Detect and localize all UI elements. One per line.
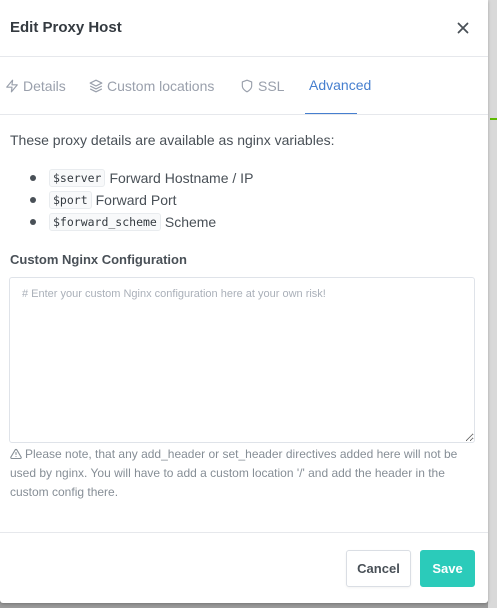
- zap-icon: [6, 79, 18, 92]
- modal-title: Edit Proxy Host: [10, 19, 122, 36]
- variable-code: $server: [49, 169, 106, 187]
- modal-footer: Cancel Save: [0, 532, 488, 603]
- variable-description: Forward Port: [95, 192, 177, 208]
- note-text: Please note, that any add_header or set_…: [10, 447, 458, 499]
- cancel-button[interactable]: Cancel: [346, 550, 411, 587]
- list-item: $server Forward Hostname / IP: [30, 167, 253, 189]
- modal-tabs: Details Custom locations SSL Advanced: [0, 57, 488, 115]
- add-header-note: Please note, that any add_header or set_…: [10, 445, 472, 502]
- custom-nginx-config-input[interactable]: [9, 277, 475, 443]
- variable-code: $forward_scheme: [49, 213, 161, 231]
- variable-description: Scheme: [164, 214, 217, 230]
- custom-config-label: Custom Nginx Configuration: [10, 252, 187, 267]
- shield-icon: [241, 79, 253, 92]
- list-item: $forward_scheme Scheme: [30, 211, 253, 233]
- close-icon: [457, 22, 469, 34]
- edit-proxy-host-modal: Edit Proxy Host Details Custom locations: [0, 0, 488, 603]
- tab-ssl[interactable]: SSL: [240, 57, 284, 114]
- close-button[interactable]: [452, 17, 474, 39]
- tab-label: Details: [23, 77, 66, 94]
- variable-description: Forward Hostname / IP: [109, 170, 254, 186]
- tab-details[interactable]: Details: [5, 57, 66, 114]
- layers-icon: [89, 79, 103, 92]
- background-page-edge: [488, 0, 497, 608]
- save-button[interactable]: Save: [420, 550, 475, 587]
- modal-header: Edit Proxy Host: [0, 0, 488, 57]
- nginx-variables-list: $server Forward Hostname / IP $port Forw…: [30, 167, 253, 233]
- list-item: $port Forward Port: [30, 189, 253, 211]
- nginx-variables-intro: These proxy details are available as ngi…: [10, 132, 335, 148]
- tab-label: Custom locations: [107, 77, 215, 94]
- tab-label: Advanced: [309, 77, 372, 93]
- tab-label: SSL: [258, 77, 285, 94]
- variable-code: $port: [49, 191, 92, 209]
- tab-advanced[interactable]: Advanced: [305, 57, 371, 114]
- tab-custom-locations[interactable]: Custom locations: [89, 57, 214, 114]
- background-accent-mark: [490, 118, 497, 120]
- alert-triangle-icon: [10, 448, 22, 460]
